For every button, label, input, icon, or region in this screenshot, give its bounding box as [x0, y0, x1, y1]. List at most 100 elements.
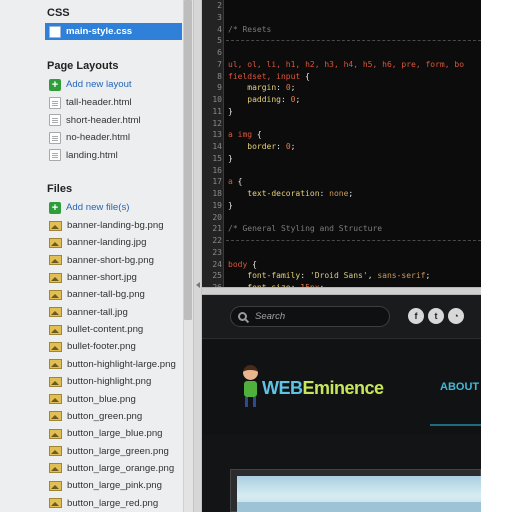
layout-file-item[interactable]: landing.html [49, 147, 118, 164]
css-section-header: CSS [47, 7, 70, 19]
file-item[interactable]: button-highlight-large.png [49, 356, 176, 373]
file-item[interactable]: banner-short-bg.png [49, 252, 154, 269]
image-file-icon [49, 376, 62, 387]
preview-splitter[interactable] [202, 287, 481, 295]
nav-underline [430, 424, 481, 426]
code-line: a img { [228, 129, 262, 140]
file-item[interactable]: banner-landing-bg.png [49, 217, 164, 234]
file-item[interactable]: button_large_green.png [49, 443, 169, 460]
code-token: } [228, 153, 233, 163]
line-number: 16 [212, 165, 222, 175]
file-label: banner-short.jpg [67, 272, 137, 284]
html-file-icon [49, 149, 61, 161]
add-file-link[interactable]: + Add new file(s) [49, 199, 129, 216]
layout-file-label: short-header.html [66, 114, 141, 126]
code-token: text-decoration [247, 189, 320, 198]
preview-search-input[interactable]: Search [230, 306, 390, 327]
facebook-icon[interactable]: f [408, 308, 424, 324]
file-item[interactable]: banner-short.jpg [49, 269, 137, 286]
file-item[interactable]: banner-tall.jpg [49, 304, 128, 321]
sidebar-scrollbar-thumb[interactable] [184, 0, 192, 320]
file-item[interactable]: button_large_orange.png [49, 460, 174, 477]
image-file-icon [49, 411, 62, 422]
file-item[interactable]: button_blue.png [49, 391, 136, 408]
line-number: 22 [212, 236, 222, 245]
code-token: ; [295, 95, 301, 104]
file-label: banner-tall-bg.png [67, 289, 145, 301]
file-item[interactable]: bullet-content.png [49, 321, 143, 338]
css-file-main-style[interactable]: main-style.css [45, 23, 182, 40]
line-number: 17 [212, 177, 222, 187]
file-item[interactable]: banner-landing.jpg [49, 234, 146, 251]
line-number: 18 [212, 189, 222, 198]
logo-web-text: WEB [262, 378, 303, 398]
image-file-icon [49, 428, 62, 439]
file-label: bullet-footer.png [67, 341, 136, 353]
image-file-icon [49, 307, 62, 318]
comment-divider [226, 240, 481, 241]
file-item[interactable]: button_large_blue.png [49, 425, 163, 442]
file-item[interactable]: button_green.png [49, 408, 142, 425]
add-icon: + [49, 201, 61, 214]
file-item[interactable]: bullet-footer.png [49, 338, 136, 355]
code-line: /* Resets [228, 24, 271, 35]
twitter-icon[interactable]: t [428, 308, 444, 324]
code-line: } [228, 153, 233, 164]
image-file-icon [49, 446, 62, 457]
search-placeholder: Search [255, 311, 286, 322]
code-token: none [329, 189, 349, 198]
code-line: /* General Styling and Structure [228, 223, 382, 234]
line-number: 15 [212, 153, 222, 163]
image-file-icon [49, 498, 62, 509]
add-layout-label: Add new layout [66, 79, 132, 90]
add-file-label: Add new file(s) [66, 202, 130, 213]
line-number: 10 [212, 95, 222, 104]
collapse-arrow-icon[interactable] [196, 282, 200, 288]
code-token: } [228, 200, 233, 210]
line-number: 3 [217, 12, 222, 22]
code-token: } [228, 106, 233, 116]
code-token: /* Resets [228, 24, 272, 34]
rss-icon[interactable]: ◔ [448, 308, 464, 324]
line-number: 12 [212, 118, 222, 128]
line-number: 4 [217, 24, 222, 34]
code-editor[interactable]: 2 3 4 5 6 7 8 9 10 11 12 13 14 15 16 17 18 19 20 21 22 23 24 25… [202, 0, 481, 287]
file-label: button_blue.png [67, 393, 136, 405]
code-token: { [252, 259, 257, 269]
file-label: banner-short-bg.png [67, 254, 154, 266]
file-item[interactable]: button-highlight.png [49, 373, 151, 390]
file-item[interactable]: button_large_pink.png [49, 477, 162, 494]
file-label: button_large_red.png [67, 497, 159, 509]
code-token: : [276, 142, 286, 151]
image-file-icon [49, 463, 62, 474]
code-line: body { [228, 259, 257, 270]
logo-eminence-text: Eminence [302, 378, 385, 398]
code-token: { [237, 177, 243, 187]
file-item[interactable]: banner-tall-bg.png [49, 286, 145, 303]
line-number: 19 [212, 200, 222, 210]
layout-file-item[interactable]: no-header.html [49, 129, 130, 146]
add-layout-link[interactable]: + Add new layout [49, 76, 132, 93]
site-preview: Search f t ◔ WEBEminence ABOUT T [202, 295, 481, 512]
code-line: font-family: 'Droid Sans', sans-serif; [228, 270, 430, 281]
file-label: button_large_blue.png [67, 428, 163, 440]
pane-divider[interactable] [193, 0, 202, 512]
code-token: ; [348, 189, 354, 198]
nav-item-about[interactable]: ABOUT T [440, 381, 481, 393]
layout-file-item[interactable]: tall-header.html [49, 94, 132, 111]
code-token: body [228, 259, 253, 269]
page-layouts-header: Page Layouts [47, 60, 119, 72]
code-token: 'Droid Sans' [309, 271, 368, 281]
line-number: 23 [212, 247, 222, 257]
code-token: ; [290, 83, 296, 93]
site-logo[interactable]: WEBEminence [262, 378, 384, 399]
layout-file-item[interactable]: short-header.html [49, 112, 141, 129]
code-token: fieldset, input [228, 71, 306, 81]
file-item[interactable]: button_large_red.png [49, 495, 158, 512]
code-token: : [276, 83, 286, 93]
code-token: /* General Styling and Structure [228, 224, 383, 234]
image-file-icon [49, 394, 62, 404]
code-token: : [319, 189, 330, 198]
